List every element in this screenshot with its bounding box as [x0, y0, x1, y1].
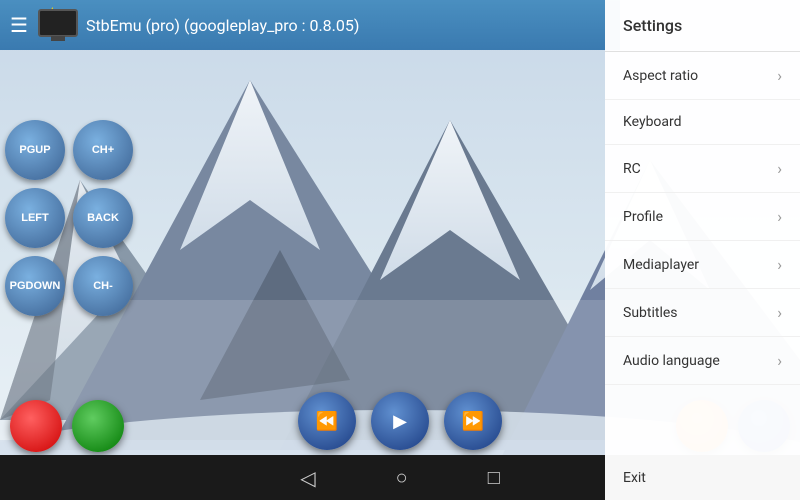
monitor-icon — [38, 9, 78, 37]
menu-item-label-rc: RC — [623, 161, 641, 177]
fast-forward-icon: ⏩ — [462, 411, 484, 432]
menu-arrow-mediaplayer: › — [777, 255, 782, 274]
menu-item-rc[interactable]: RC › — [605, 145, 800, 193]
menu-header: Settings — [605, 0, 800, 52]
menu-arrow-profile: › — [777, 207, 782, 226]
ctrl-row-1: PGUP CH+ — [5, 120, 133, 180]
menu-arrow-audio-language: › — [777, 351, 782, 370]
play-icon: ▶ — [393, 411, 407, 432]
play-button[interactable]: ▶ — [371, 392, 429, 450]
fast-forward-button[interactable]: ⏩ — [444, 392, 502, 450]
rewind-icon: ⏪ — [316, 411, 338, 432]
ctrl-row-3: PGDOWN CH- — [5, 256, 133, 316]
left-button[interactable]: LEFT — [5, 188, 65, 248]
back-button[interactable]: BACK — [73, 188, 133, 248]
app-title: StbEmu (pro) (googleplay_pro : 0.8.05) — [86, 16, 360, 35]
menu-item-label-aspect-ratio: Aspect ratio — [623, 68, 698, 84]
rewind-button[interactable]: ⏪ — [298, 392, 356, 450]
ctrl-row-2: LEFT BACK — [5, 188, 133, 248]
menu-item-label-mediaplayer: Mediaplayer — [623, 257, 699, 273]
menu-item-profile[interactable]: Profile › — [605, 193, 800, 241]
nav-back-icon[interactable]: ◁ — [300, 466, 315, 490]
menu-item-label-subtitles: Subtitles — [623, 305, 678, 321]
menu-item-label-profile: Profile — [623, 209, 663, 225]
menu-item-keyboard[interactable]: Keyboard — [605, 100, 800, 145]
menu-item-label-exit: Exit — [623, 470, 646, 486]
menu-item-aspect-ratio[interactable]: Aspect ratio › — [605, 52, 800, 100]
app-logo: ★ — [38, 9, 78, 41]
menu-item-label-keyboard: Keyboard — [623, 114, 682, 130]
dropdown-menu: Settings Aspect ratio › Keyboard RC › Pr… — [605, 0, 800, 500]
hamburger-icon[interactable]: ☰ — [10, 13, 28, 37]
menu-item-exit[interactable]: Exit — [605, 456, 800, 500]
menu-item-label-audio-language: Audio language — [623, 353, 720, 369]
pgup-button[interactable]: PGUP — [5, 120, 65, 180]
menu-item-mediaplayer[interactable]: Mediaplayer › — [605, 241, 800, 289]
ch-minus-button[interactable]: CH- — [73, 256, 133, 316]
menu-arrow-subtitles: › — [777, 303, 782, 322]
nav-recent-icon[interactable]: □ — [488, 465, 500, 490]
menu-item-audio-language[interactable]: Audio language › — [605, 337, 800, 385]
ch-plus-button[interactable]: CH+ — [73, 120, 133, 180]
nav-home-icon[interactable]: ○ — [396, 465, 408, 490]
menu-arrow-aspect-ratio: › — [777, 66, 782, 85]
controls-panel: PGUP CH+ LEFT BACK PGDOWN CH- — [0, 120, 133, 324]
menu-arrow-rc: › — [777, 159, 782, 178]
pgdown-button[interactable]: PGDOWN — [5, 256, 65, 316]
topbar: ☰ ★ StbEmu (pro) (googleplay_pro : 0.8.0… — [0, 0, 620, 50]
menu-item-subtitles[interactable]: Subtitles › — [605, 289, 800, 337]
